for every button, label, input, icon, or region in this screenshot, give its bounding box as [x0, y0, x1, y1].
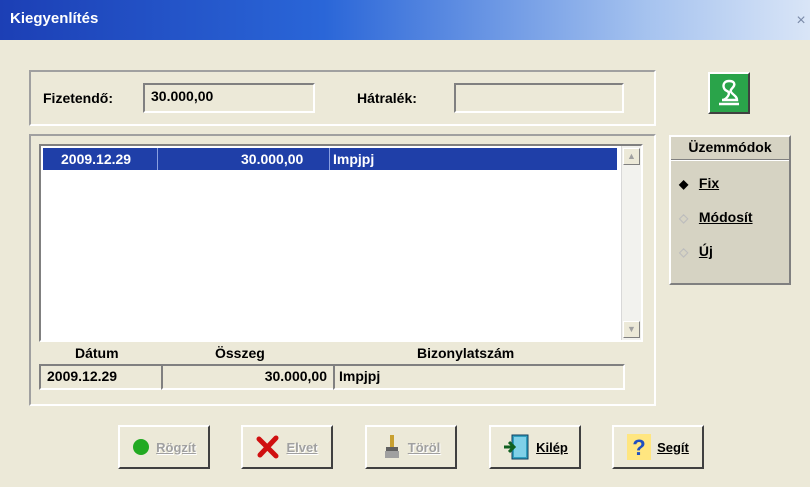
radio-selected-icon: ◆: [679, 177, 689, 191]
fizetendo-label: Fizetendő:: [43, 90, 113, 106]
exit-door-icon: [504, 434, 529, 460]
mode-modosit-label: Módosít: [698, 209, 753, 225]
scroll-down-button[interactable]: ▼: [623, 321, 640, 338]
cobra-button[interactable]: [708, 72, 750, 114]
modes-title: Üzemmódok: [688, 139, 772, 155]
scroll-up-button[interactable]: ▲: [623, 148, 640, 165]
modes-panel: Üzemmódok ◆ Fix ◇ Módosít ◇ Új: [669, 135, 791, 285]
close-button[interactable]: ×: [794, 13, 808, 29]
mode-modosit-radio[interactable]: ◇ Módosít: [679, 209, 753, 225]
radio-unselected-icon: ◇: [679, 245, 689, 259]
modes-divider: [671, 159, 789, 161]
cobra-icon: [719, 79, 739, 106]
segit-button[interactable]: ? Segít: [612, 425, 704, 469]
row-osszeg: 30.000,00: [241, 151, 304, 167]
payment-list[interactable]: 2009.12.29 30.000,00 Impjpj ▲ ▼: [39, 144, 643, 342]
mode-fix-label: Fix: [698, 175, 720, 191]
red-x-icon: [256, 435, 279, 459]
mode-uj-radio[interactable]: ◇ Új: [679, 243, 713, 259]
mode-uj-label: Új: [698, 243, 713, 259]
elvet-label: Elvet: [286, 439, 318, 455]
col-divider: [157, 148, 158, 170]
help-question-icon: ?: [627, 434, 652, 460]
row-bizonylatszam: Impjpj: [333, 151, 375, 167]
segit-label: Segít: [657, 439, 689, 455]
list-panel: 2009.12.29 30.000,00 Impjpj ▲ ▼ Dátum Ös…: [29, 134, 656, 406]
torol-button[interactable]: Töröl: [365, 425, 457, 469]
col-divider: [329, 148, 330, 170]
header-osszeg: Összeg: [215, 345, 265, 361]
detail-osszeg: 30.000,00: [161, 364, 335, 390]
mode-fix-radio[interactable]: ◆ Fix: [679, 175, 719, 191]
elvet-button[interactable]: Elvet: [241, 425, 333, 469]
green-circle-icon: [133, 439, 150, 455]
torol-label: Töröl: [407, 439, 441, 455]
detail-datum: 2009.12.29: [39, 364, 163, 390]
hatralek-label: Hátralék:: [357, 90, 417, 106]
summary-panel: Fizetendő: 30.000,00 Hátralék:: [29, 70, 656, 126]
header-bizonylatszam: Bizonylatszám: [417, 345, 515, 361]
kilep-button[interactable]: Kilép: [489, 425, 581, 469]
brush-icon: [384, 435, 399, 458]
kiegyenlites-window: Kiegyenlítés × Fizetendő: 30.000,00 Hátr…: [0, 0, 810, 487]
list-row-selected[interactable]: 2009.12.29 30.000,00 Impjpj: [43, 148, 617, 170]
title-bar[interactable]: Kiegyenlítés ×: [0, 0, 810, 40]
rogzit-button[interactable]: Rögzít: [118, 425, 210, 469]
row-datum: 2009.12.29: [61, 151, 132, 167]
detail-bizonylatszam: Impjpj: [333, 364, 625, 390]
window-title: Kiegyenlítés: [10, 10, 99, 27]
hatralek-field: [454, 83, 624, 113]
fizetendo-field: 30.000,00: [143, 83, 315, 113]
radio-unselected-icon: ◇: [679, 211, 689, 225]
rogzit-label: Rögzít: [156, 439, 196, 455]
list-scrollbar[interactable]: ▲ ▼: [621, 146, 641, 340]
svg-text:?: ?: [632, 435, 645, 460]
kilep-label: Kilép: [536, 439, 568, 455]
header-datum: Dátum: [75, 345, 119, 361]
